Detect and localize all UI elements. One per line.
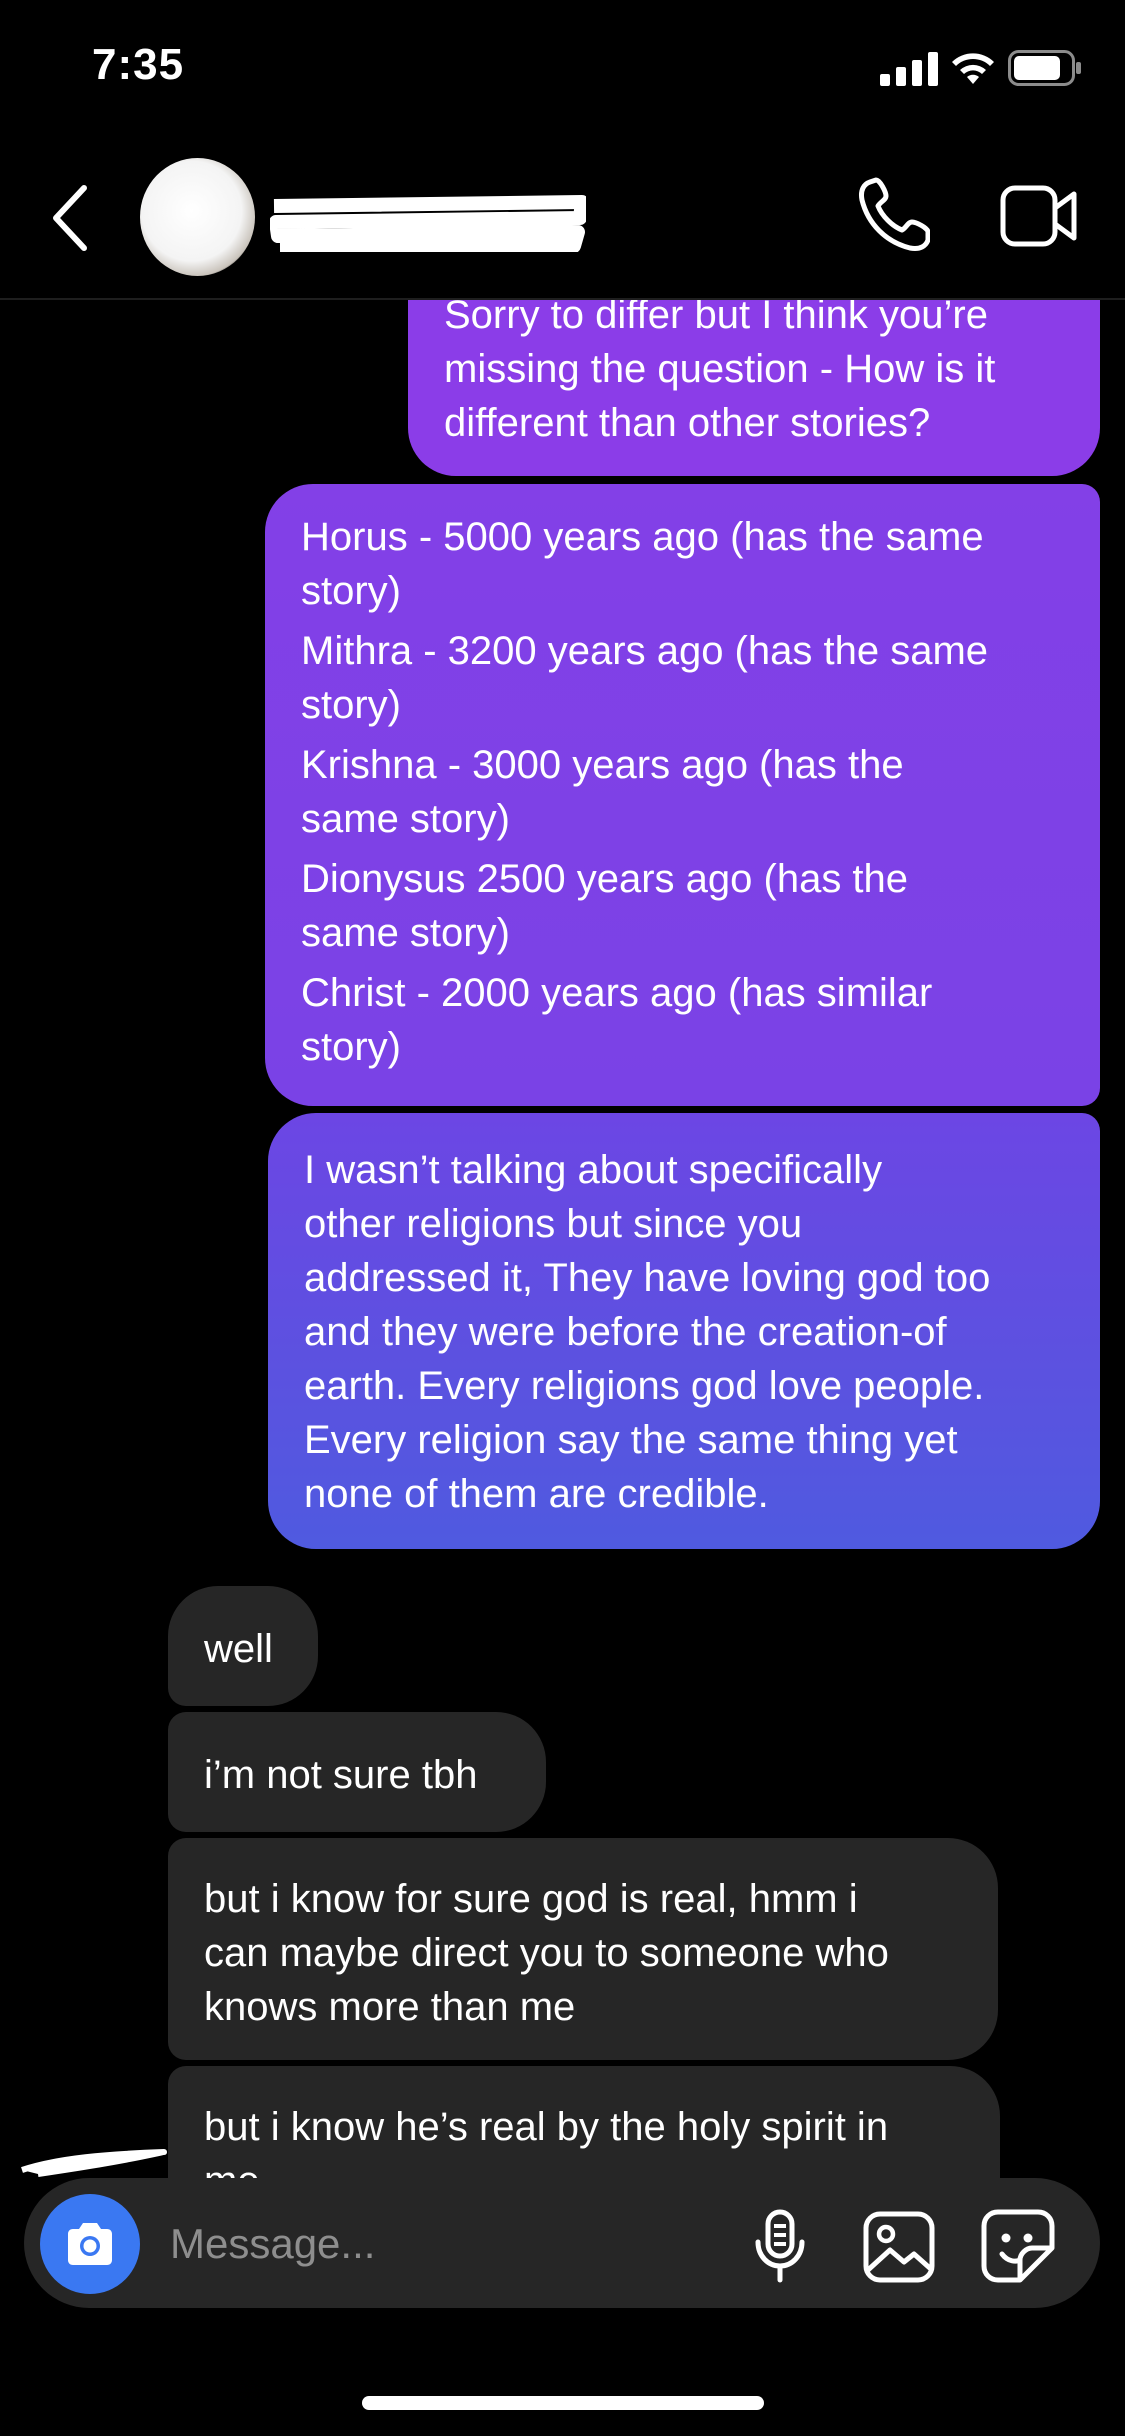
message-line: other religions but since you	[304, 1202, 803, 1246]
message-line: Horus - 5000 years ago (has the same	[301, 515, 984, 559]
camera-button[interactable]	[40, 2194, 140, 2294]
redacted-contact-name[interactable]	[270, 192, 586, 252]
message-line: but i know he’s real by the holy spirit …	[204, 2105, 889, 2149]
message-composer	[24, 2178, 1100, 2308]
cellular-signal-icon	[880, 52, 938, 86]
camera-icon	[68, 2223, 112, 2265]
battery-icon	[1008, 50, 1081, 86]
home-indicator[interactable]	[362, 2396, 764, 2410]
message-line: Dionysus 2500 years ago (has the	[301, 857, 909, 901]
redacted-sender-avatar	[21, 2149, 167, 2177]
received-message-3[interactable]: but i know for sure god is real, hmm i c…	[168, 1838, 998, 2060]
message-line: Christ - 2000 years ago (has similar	[301, 971, 933, 1015]
sticker-icon[interactable]	[980, 2208, 1056, 2284]
message-line: different than other stories?	[444, 401, 931, 445]
message-line: can maybe direct you to someone who	[204, 1931, 889, 1975]
phone-icon[interactable]	[856, 176, 930, 254]
contact-avatar[interactable]	[140, 158, 255, 276]
message-line: story)	[301, 1025, 401, 1069]
wifi-icon	[952, 53, 994, 84]
message-line: I wasn’t talking about specifically	[304, 1148, 883, 1192]
message-line: but i know for sure god is real, hmm i	[204, 1877, 858, 1921]
microphone-icon[interactable]	[752, 2208, 808, 2284]
status-bar: 7:35	[0, 0, 1125, 140]
message-line: knows more than me	[204, 1985, 576, 2029]
message-line: none of them are credible.	[304, 1472, 769, 1516]
chevron-left-icon[interactable]	[48, 182, 92, 254]
chat-header	[0, 140, 1125, 300]
message-line: missing the question - How is it	[444, 347, 996, 391]
message-line: Every religion say the same thing yet	[304, 1418, 958, 1462]
message-line: same story)	[301, 911, 510, 955]
message-line: story)	[301, 569, 401, 613]
sent-message-3[interactable]: I wasn’t talking about specifically othe…	[268, 1113, 1100, 1549]
message-line: earth. Every religions god love people.	[304, 1364, 985, 1408]
sent-message-2[interactable]: Horus - 5000 years ago (has the same sto…	[265, 484, 1100, 1106]
message-input[interactable]	[170, 2214, 690, 2274]
message-line: Mithra - 3200 years ago (has the same	[301, 629, 989, 673]
received-message-2[interactable]: i’m not sure tbh	[168, 1712, 546, 1832]
received-message-1[interactable]: well	[168, 1586, 318, 1706]
message-line: well	[204, 1627, 273, 1671]
message-line: i’m not sure tbh	[204, 1753, 478, 1797]
status-time: 7:35	[92, 40, 185, 89]
image-gallery-icon[interactable]	[862, 2210, 936, 2284]
sent-message-1[interactable]: Sorry to differ but I think you’re missi…	[408, 293, 1100, 476]
message-line: story)	[301, 683, 401, 727]
received-message-4[interactable]: but i know he’s real by the holy spirit …	[168, 2066, 1000, 2186]
message-line: addressed it, They have loving god too	[304, 1256, 991, 1300]
video-camera-icon[interactable]	[1000, 180, 1078, 252]
message-line: and they were before the creation-of	[304, 1310, 947, 1354]
message-line: same story)	[301, 797, 510, 841]
message-line: Krishna - 3000 years ago (has the	[301, 743, 904, 787]
